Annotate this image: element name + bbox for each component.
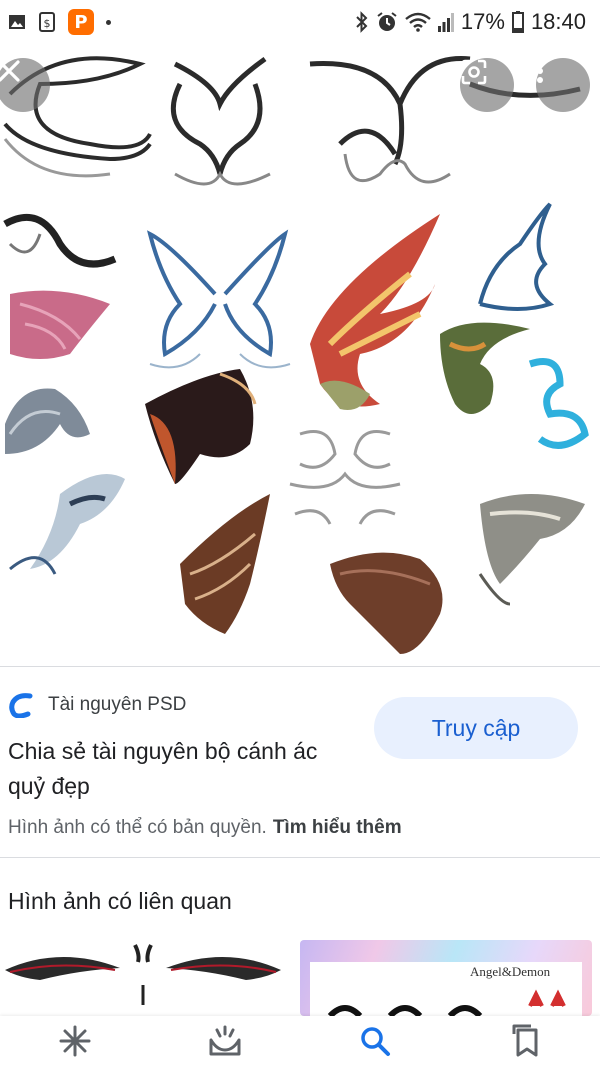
google-lens-button[interactable] <box>460 58 514 112</box>
status-right: 17% 18:40 <box>355 9 586 35</box>
wifi-icon <box>405 12 431 32</box>
google-lens-icon <box>461 59 487 85</box>
divider-top <box>0 666 600 667</box>
related-thumbnail-2[interactable]: Angel&Demon <box>300 940 592 1016</box>
updates-icon <box>209 1025 241 1056</box>
related-thumbnail-1[interactable] <box>0 940 286 1016</box>
more-notifications-dot <box>106 19 111 25</box>
nav-updates[interactable] <box>195 1016 255 1066</box>
learn-more-link[interactable]: Tìm hiểu thêm <box>273 817 402 838</box>
status-bar: $ P 17% 18:40 <box>0 0 600 44</box>
svg-text:$: $ <box>44 17 51 30</box>
close-icon <box>0 60 20 82</box>
clock: 18:40 <box>530 9 586 34</box>
divider-middle <box>0 857 600 858</box>
collections-icon <box>512 1024 538 1057</box>
source-name: Tài nguyên PSD <box>48 694 187 715</box>
copyright-text: Hình ảnh có thể có bản quyền. <box>8 817 267 838</box>
nav-discover[interactable] <box>45 1016 105 1066</box>
alarm-icon <box>376 11 398 33</box>
related-images-heading: Hình ảnh có liên quan <box>8 888 232 914</box>
p-app-icon: P <box>68 9 94 35</box>
wings-collection-image <box>3 56 589 654</box>
discover-icon <box>59 1025 91 1057</box>
more-options-button[interactable] <box>536 58 590 112</box>
demon-wings-thumbnail-image <box>5 944 281 1005</box>
bottom-navigation <box>0 1016 600 1066</box>
preview-image[interactable] <box>0 44 600 666</box>
copyright-notice: Hình ảnh có thể có bản quyền. Tìm hiểu th… <box>8 817 402 839</box>
visit-button[interactable]: Truy cập <box>374 697 578 759</box>
source-row[interactable]: Tài nguyên PSD <box>8 692 186 718</box>
battery-percent: 17% <box>460 9 505 34</box>
battery-icon <box>511 11 524 33</box>
search-icon <box>361 1027 390 1056</box>
source-logo-icon <box>9 693 33 718</box>
nav-search[interactable] <box>345 1016 405 1066</box>
bluetooth-icon <box>355 11 369 33</box>
status-left: $ P <box>8 9 111 35</box>
angel-demon-thumbnail-image <box>327 989 566 1016</box>
more-vert-icon <box>537 59 543 83</box>
signal-icon <box>437 12 454 32</box>
nav-collections[interactable] <box>495 1016 555 1066</box>
image-icon <box>8 13 26 31</box>
image-title[interactable]: Chia sẻ tài nguyên bộ cánh ác quỷ đẹp <box>8 734 348 804</box>
app-notification-icon: $ <box>38 12 56 32</box>
